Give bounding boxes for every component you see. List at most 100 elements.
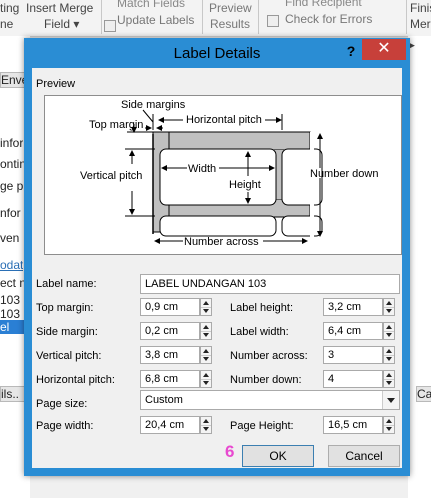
- spin-down-icon[interactable]: [201, 425, 211, 433]
- cancel-button[interactable]: Cancel: [328, 445, 400, 467]
- finish-merge-button[interactable]: Finis: [410, 1, 431, 15]
- side-margin-spinner[interactable]: [200, 322, 212, 340]
- label-name-input[interactable]: LABEL UNDANGAN 103: [140, 274, 400, 294]
- background-text: infor: [0, 136, 24, 150]
- label-preview-diagram: Side margins Top margin Horizontal pitch…: [44, 95, 402, 255]
- dialog-titlebar[interactable]: Label Details ? ✕: [24, 38, 410, 68]
- height-caption: Height: [229, 179, 261, 191]
- number-across-spinner[interactable]: [383, 346, 395, 364]
- number-down-caption: Number down: [310, 168, 378, 180]
- vertical-pitch-input[interactable]: 3,8 cm: [140, 346, 200, 364]
- background-text: ect n: [0, 276, 27, 290]
- background-text: ontin: [0, 157, 27, 171]
- background-text: ven: [0, 231, 20, 245]
- ribbon-divider: [202, 0, 203, 34]
- list-item[interactable]: 103: [0, 293, 20, 307]
- ok-button[interactable]: OK: [242, 445, 314, 467]
- find-recipient-button[interactable]: Find Recipient: [285, 0, 362, 9]
- insert-merge-field-button[interactable]: Insert Merge: [26, 1, 93, 15]
- sheet-mask: [310, 132, 314, 252]
- background-right-pane: ▶ Ca: [408, 36, 431, 498]
- number-down-label: Number down:: [230, 374, 302, 386]
- update-labels-icon: [104, 20, 116, 32]
- page-size-value: Custom: [145, 394, 183, 406]
- horizontal-pitch-caption: Horizontal pitch: [186, 114, 262, 126]
- spin-down-icon[interactable]: [201, 355, 211, 363]
- page-height-input[interactable]: 16,5 cm: [323, 416, 383, 434]
- spin-down-icon[interactable]: [201, 379, 211, 387]
- check-for-errors-button[interactable]: Check for Errors: [285, 12, 372, 26]
- match-fields-button[interactable]: Match Fields: [117, 0, 185, 10]
- background-text: ge p: [0, 179, 24, 193]
- spin-down-icon[interactable]: [384, 355, 394, 363]
- page-width-input[interactable]: 20,4 cm: [140, 416, 200, 434]
- word-ribbon: ting ne Insert Merge Field ▾ Match Field…: [0, 0, 431, 37]
- spin-down-icon[interactable]: [384, 331, 394, 339]
- close-button[interactable]: ✕: [362, 39, 406, 60]
- side-margin-label: Side margin:: [36, 326, 98, 338]
- background-link[interactable]: odat: [0, 258, 23, 272]
- horizontal-pitch-label: Horizontal pitch:: [36, 374, 115, 386]
- cancel-background-button[interactable]: Ca: [416, 386, 431, 402]
- list-item[interactable]: 103: [0, 307, 20, 321]
- ribbon-divider: [101, 0, 102, 34]
- page-size-label: Page size:: [36, 398, 88, 410]
- label-row-strip: [152, 131, 311, 151]
- horizontal-pitch-spinner[interactable]: [200, 370, 212, 388]
- finish-merge-label: Merg: [410, 17, 431, 31]
- page-height-spinner[interactable]: [383, 416, 395, 434]
- spin-down-icon[interactable]: [384, 307, 394, 315]
- page-height-label: Page Height:: [230, 420, 294, 432]
- spin-down-icon[interactable]: [201, 307, 211, 315]
- check-errors-icon: [267, 15, 279, 27]
- spin-down-icon[interactable]: [384, 379, 394, 387]
- background-text: nfor: [0, 206, 21, 220]
- label-height-spinner[interactable]: [383, 298, 395, 316]
- help-button[interactable]: ?: [342, 40, 360, 62]
- page-width-label: Page width:: [36, 420, 94, 432]
- vertical-pitch-caption: Vertical pitch: [80, 170, 142, 182]
- label-width-input[interactable]: 6,4 cm: [323, 322, 383, 340]
- vertical-pitch-label: Vertical pitch:: [36, 350, 102, 362]
- label-details-dialog: Label Details ? ✕ Preview Side margins T…: [24, 38, 410, 476]
- spin-down-icon[interactable]: [201, 331, 211, 339]
- page-width-spinner[interactable]: [200, 416, 212, 434]
- number-down-spinner[interactable]: [383, 370, 395, 388]
- label-name-label: Label name:: [36, 278, 97, 290]
- width-caption: Width: [188, 163, 216, 175]
- number-down-input[interactable]: 4: [323, 370, 383, 388]
- label-diagram-svg: Side margins Top margin Horizontal pitch…: [80, 99, 378, 252]
- step-number-badge: 6: [225, 442, 235, 461]
- number-across-input[interactable]: 3: [323, 346, 383, 364]
- label-shape: [281, 215, 323, 237]
- label-width-label: Label width:: [230, 326, 289, 338]
- top-margin-caption: Top margin: [89, 119, 143, 131]
- vertical-pitch-spinner[interactable]: [200, 346, 212, 364]
- ribbon-divider: [258, 0, 259, 34]
- preview-results-button[interactable]: Preview: [209, 1, 252, 15]
- horizontal-pitch-input[interactable]: 6,8 cm: [140, 370, 200, 388]
- top-margin-input[interactable]: 0,9 cm: [140, 298, 200, 316]
- side-margin-input[interactable]: 0,2 cm: [140, 322, 200, 340]
- top-margin-label: Top margin:: [36, 302, 94, 314]
- ribbon-divider: [406, 0, 407, 34]
- side-margins-caption: Side margins: [121, 99, 186, 111]
- chevron-down-icon[interactable]: [382, 391, 399, 409]
- label-shape: [159, 148, 277, 206]
- spin-down-icon[interactable]: [384, 425, 394, 433]
- preview-results-label: Results: [210, 17, 251, 31]
- page-size-select[interactable]: Custom: [140, 390, 400, 410]
- insert-merge-field-dropdown[interactable]: Field ▾: [44, 17, 79, 31]
- top-margin-spinner[interactable]: [200, 298, 212, 316]
- label-height-input[interactable]: 3,2 cm: [323, 298, 383, 316]
- update-labels-button[interactable]: Update Labels: [117, 13, 194, 27]
- side-margins-leader: [142, 109, 154, 123]
- dialog-body: Preview Side margins Top margin Horizont…: [32, 68, 402, 468]
- ribbon-item-label[interactable]: ting: [0, 1, 19, 15]
- label-width-spinner[interactable]: [383, 322, 395, 340]
- label-height-label: Label height:: [230, 302, 293, 314]
- ribbon-item-label[interactable]: ne: [0, 17, 13, 31]
- number-across-label: Number across:: [230, 350, 308, 362]
- number-across-caption: Number across: [184, 236, 259, 248]
- label-shape: [159, 215, 277, 237]
